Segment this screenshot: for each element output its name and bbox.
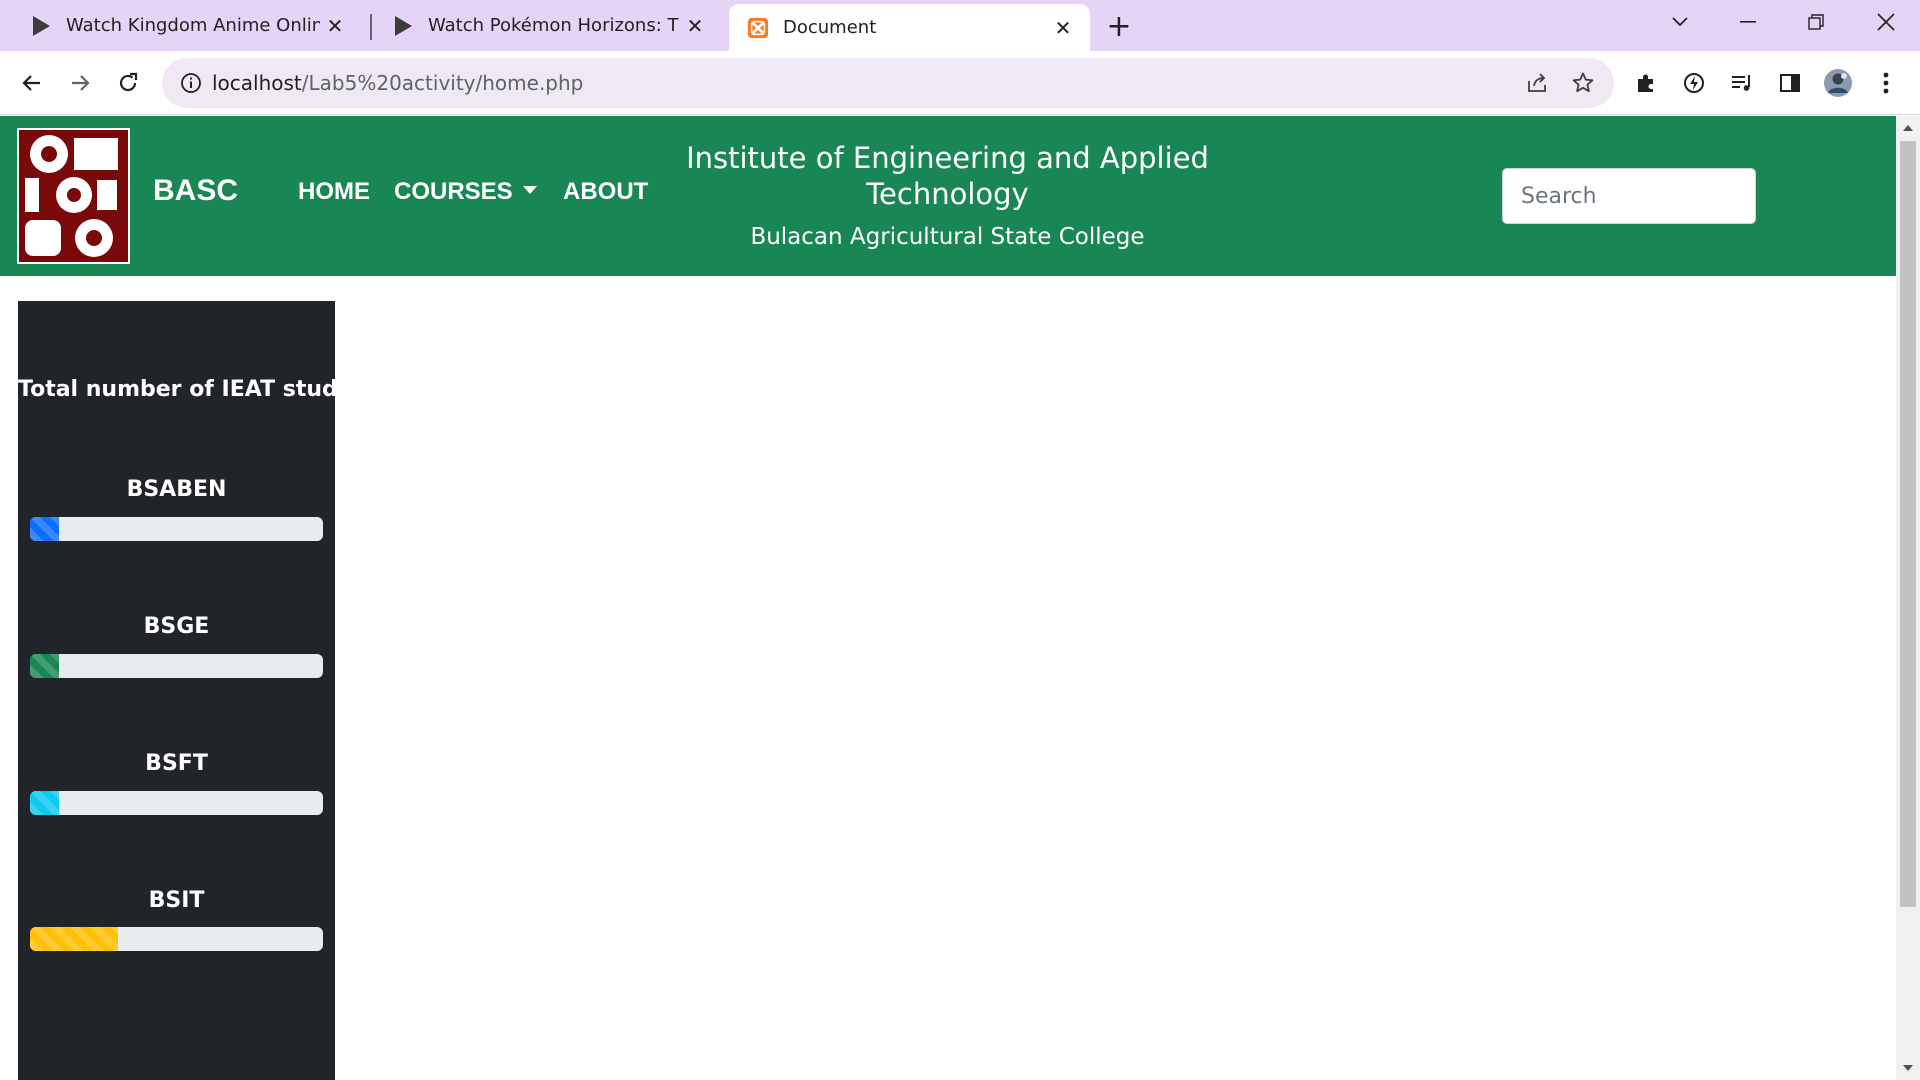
- course-label-bsit: BSIT: [148, 888, 205, 913]
- nav-about-link[interactable]: ABOUT: [563, 178, 648, 206]
- xampp-icon: [747, 17, 769, 39]
- progress-bar-bsge: [30, 654, 323, 678]
- tab-strip: Watch Kingdom Anime Online | ✕ Watch Pok…: [0, 0, 1920, 51]
- url-text: localhost/Lab5%20activity/home.php: [212, 71, 583, 95]
- progress-bar-bsit: [30, 927, 323, 951]
- browser-toolbar: localhost/Lab5%20activity/home.php: [0, 51, 1920, 115]
- institute-title: Institute of Engineering and Applied Tec…: [686, 141, 1209, 211]
- tab-pokemon-horizons[interactable]: Watch Pokémon Horizons: The S ✕: [362, 0, 722, 51]
- tab-title: Document: [783, 17, 877, 38]
- close-tab-icon[interactable]: ✕: [1048, 13, 1078, 43]
- progress-bar-bsaben: [30, 517, 323, 541]
- search-input[interactable]: [1502, 168, 1756, 224]
- progress-bar-bsft: [30, 791, 323, 815]
- tab-title: Watch Kingdom Anime Online |: [66, 15, 320, 36]
- course-label-bsge: BSGE: [143, 614, 210, 639]
- restore-icon[interactable]: [1788, 0, 1844, 44]
- close-window-icon[interactable]: [1858, 0, 1914, 44]
- url-path: /Lab5%20activity/home.php: [301, 71, 584, 95]
- scroll-up-arrow-icon[interactable]: [1902, 122, 1914, 134]
- nav-home-link[interactable]: HOME: [298, 178, 370, 206]
- nav-courses-dropdown[interactable]: COURSES: [394, 178, 537, 206]
- course-label-bsft: BSFT: [145, 751, 208, 776]
- share-icon[interactable]: [1522, 68, 1552, 98]
- close-tab-icon[interactable]: ✕: [320, 11, 350, 41]
- tab-kingdom-anime[interactable]: Watch Kingdom Anime Online | ✕: [0, 0, 362, 51]
- tab-title: Watch Pokémon Horizons: The S: [428, 15, 680, 36]
- progress-fill: [30, 517, 60, 541]
- play-icon: [392, 15, 414, 37]
- play-icon: [30, 15, 52, 37]
- minimize-icon[interactable]: [1720, 0, 1776, 44]
- nav-courses-label: COURSES: [394, 178, 513, 205]
- site-header: BASC HOME COURSES ABOUT Institute of Eng…: [0, 116, 1896, 276]
- college-name: Bulacan Agricultural State College: [750, 224, 1145, 250]
- progress-fill: [30, 791, 60, 815]
- caret-down-icon: [522, 185, 537, 194]
- tab-document-active[interactable]: Document ✕: [729, 4, 1090, 51]
- forward-arrow-icon[interactable]: [60, 63, 100, 103]
- progress-fill: [30, 927, 118, 951]
- scrollbar-thumb[interactable]: [1900, 141, 1916, 907]
- media-control-icon[interactable]: [1724, 65, 1760, 101]
- student-stats-sidebar: Total number of IEAT student BSABEN BSGE…: [18, 301, 335, 1080]
- reload-icon[interactable]: [108, 63, 148, 103]
- address-bar[interactable]: localhost/Lab5%20activity/home.php: [162, 58, 1614, 108]
- extensions-puzzle-icon[interactable]: [1628, 65, 1664, 101]
- profile-avatar-icon[interactable]: [1820, 65, 1856, 101]
- close-tab-icon[interactable]: ✕: [680, 11, 710, 41]
- page-scrollbar[interactable]: [1896, 116, 1920, 1080]
- sidebar-title: Total number of IEAT student: [18, 377, 335, 402]
- url-host: localhost: [212, 71, 302, 95]
- basc-logo[interactable]: [17, 128, 130, 264]
- page-viewport: BASC HOME COURSES ABOUT Institute of Eng…: [0, 116, 1896, 1080]
- side-panel-icon[interactable]: [1772, 65, 1808, 101]
- brand-name[interactable]: BASC: [153, 174, 238, 208]
- back-arrow-icon[interactable]: [12, 63, 52, 103]
- tab-search-icon[interactable]: [1652, 0, 1708, 44]
- browser-menu-icon[interactable]: [1868, 65, 1904, 101]
- progress-fill: [30, 654, 60, 678]
- bookmark-star-icon[interactable]: [1568, 68, 1598, 98]
- scroll-down-arrow-icon[interactable]: [1902, 1062, 1914, 1074]
- new-tab-button[interactable]: +: [1100, 8, 1138, 44]
- course-label-bsaben: BSABEN: [126, 477, 227, 502]
- site-info-icon[interactable]: [178, 70, 204, 96]
- extension-bolt-icon[interactable]: [1676, 65, 1712, 101]
